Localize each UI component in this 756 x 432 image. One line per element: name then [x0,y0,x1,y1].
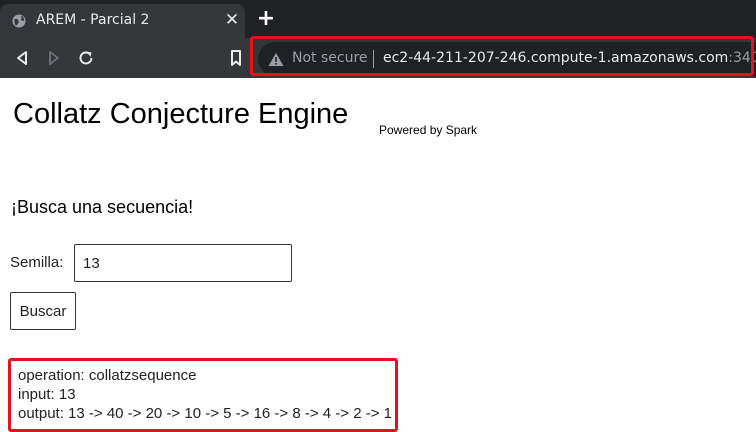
tab-strip: AREM - Parcial 2 ✕ + [0,0,756,38]
url-host: ec2-44-211-207-246.compute-1.amazonaws.c… [383,50,729,66]
result-output: output: 13 -> 40 -> 20 -> 10 -> 5 -> 16 … [18,405,392,422]
close-icon[interactable]: ✕ [224,12,240,29]
forward-arrow-icon[interactable] [44,48,64,68]
plus-icon[interactable]: + [256,8,276,30]
page-title: Collatz Conjecture Engine [13,98,349,130]
result-operation: operation: collatzsequence [18,367,197,384]
url-text[interactable]: ec2-44-211-207-246.compute-1.amazonaws.c… [383,50,756,66]
reload-icon[interactable] [76,48,96,68]
search-button[interactable]: Buscar [10,292,76,330]
warning-icon[interactable] [268,52,284,67]
seed-label: Semilla: [10,254,64,271]
globe-icon [12,14,26,28]
back-arrow-icon[interactable] [12,48,32,68]
page-subtitle: Powered by Spark [379,123,478,137]
divider [373,50,374,68]
bookmark-icon[interactable] [226,48,246,68]
result-input: input: 13 [18,386,76,403]
section-heading: ¡Busca una secuencia! [11,197,194,217]
security-status[interactable]: Not secure [292,50,368,66]
seed-input[interactable] [74,244,292,282]
browser-toolbar: Not secure ec2-44-211-207-246.compute-1.… [0,38,756,78]
browser-tab[interactable]: AREM - Parcial 2 ✕ [0,4,245,38]
url-port: :34000 [728,50,756,66]
address-bar[interactable]: Not secure ec2-44-211-207-246.compute-1.… [258,42,756,76]
tab-title: AREM - Parcial 2 [36,12,150,28]
